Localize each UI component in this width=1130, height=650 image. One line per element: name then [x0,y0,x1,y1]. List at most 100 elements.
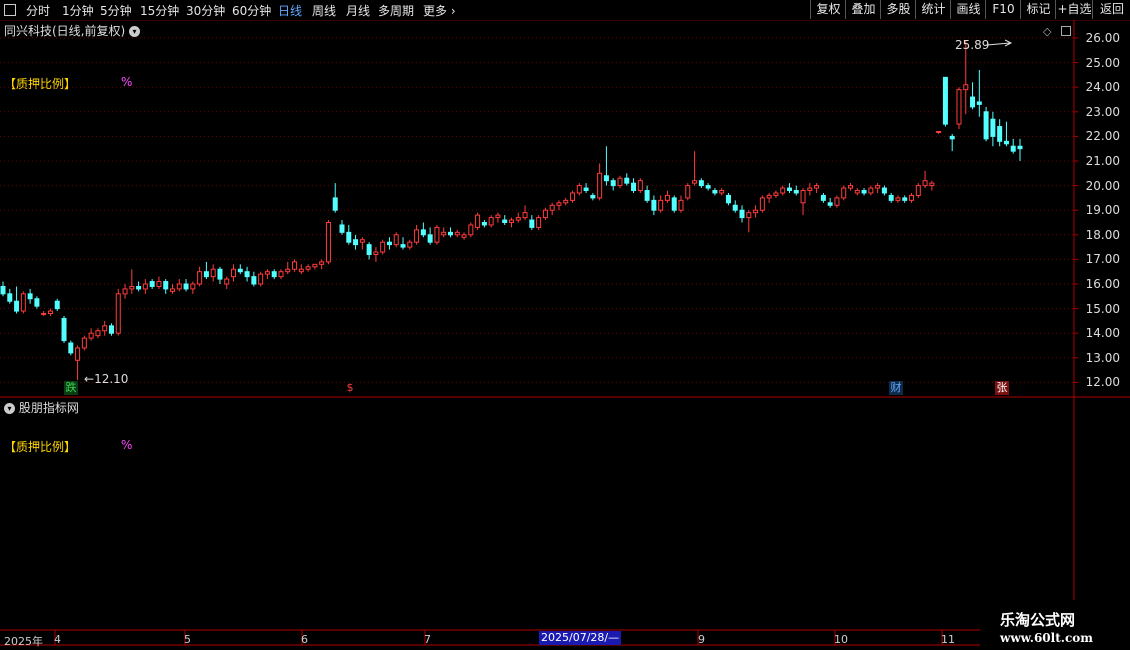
period-tab-7[interactable]: 周线 [312,2,336,19]
candle [75,345,81,380]
candle-body [366,244,372,255]
period-tab-9[interactable]: 多周期 [378,2,414,19]
candle-body [434,226,440,243]
candle-body [14,300,20,312]
price-tick-label: 13.00 [1085,350,1120,365]
candle [583,183,589,193]
candle-body [793,190,799,194]
candle [54,298,60,312]
candle-body [278,271,284,278]
candle [319,259,325,270]
toolbar-button-4[interactable]: 画线 [950,0,986,19]
period-tab-8[interactable]: 月线 [346,2,370,19]
candle [610,178,616,191]
period-tab-5[interactable]: 60分钟 [232,2,271,19]
date-axis-month: 7 [424,633,431,646]
candle [183,279,189,292]
period-tab-0[interactable]: 分时 [26,2,50,19]
candle [536,215,542,230]
candle [441,227,447,238]
candle [786,183,792,193]
candle [244,266,250,282]
toolbar-menu-icon[interactable] [4,4,16,16]
date-axis-month: 6 [301,633,308,646]
toolbar-button-7[interactable]: +自选 [1055,0,1093,19]
candle [956,87,962,130]
candle [373,247,379,262]
event-marker-0[interactable]: 跌 [64,381,78,395]
candle [753,205,759,218]
indicator-unit-upper: % [121,75,133,89]
candle [20,291,26,314]
period-tab-3[interactable]: 15分钟 [140,2,179,19]
candle-body [359,239,365,243]
toolbar-button-6[interactable]: 标记 [1020,0,1056,19]
candle-body [658,199,664,211]
chevron-down-icon[interactable]: ▾ [4,403,15,414]
toolbar-button-2[interactable]: 多股 [880,0,916,19]
candle-body [841,187,847,199]
candle-body [75,347,81,361]
period-tab-2[interactable]: 5分钟 [100,2,132,19]
candle-body [224,278,230,285]
candle-body [848,185,853,189]
candle [414,224,420,245]
candlestick-chart[interactable] [0,0,1130,650]
toolbar-button-0[interactable]: 复权 [810,0,846,19]
candle-body [881,187,887,194]
candle [332,183,338,213]
candle [773,190,779,198]
candle [1017,138,1023,161]
candle [976,69,982,117]
candle [231,264,237,282]
candle [603,146,609,186]
event-marker-2[interactable]: 财 [889,381,903,395]
candle [651,195,657,216]
event-marker-1[interactable]: $ [343,381,357,395]
candle-body [651,199,657,211]
price-tick-label: 22.00 [1085,129,1120,144]
price-tick-label: 25.00 [1085,55,1120,70]
candle [14,286,20,314]
candle [549,202,555,216]
diamond-icon[interactable]: ◇ [1043,25,1051,38]
period-tab-1[interactable]: 1分钟 [62,2,94,19]
candle [447,227,453,238]
toolbar-button-1[interactable]: 叠加 [845,0,881,19]
candle-body [922,180,928,187]
chevron-down-icon[interactable]: ▾ [129,26,141,37]
candle-body [237,268,243,273]
date-axis-month: 5 [184,633,191,646]
period-tab-10[interactable]: 更多 › [423,2,456,19]
candle-body [95,330,101,337]
candle [990,111,996,147]
candle [217,266,223,284]
candle [481,220,487,228]
candle-body [976,101,982,105]
toolbar-button-3[interactable]: 统计 [915,0,951,19]
left-arrow-icon: ← [84,372,95,386]
period-tab-6[interactable]: 日线 [278,2,302,19]
toolbar-button-8[interactable]: 返回 [1092,0,1130,19]
candle [576,183,582,196]
candle [692,151,698,186]
candle [570,190,576,203]
price-tick-label: 15.00 [1085,301,1120,316]
candle-body [827,202,833,206]
toolbar-button-5[interactable]: F10 [985,0,1021,19]
square-icon[interactable] [1061,26,1071,36]
period-tab-4[interactable]: 30分钟 [186,2,225,19]
candle-body [441,231,447,236]
candle-body [54,300,60,310]
candle [156,276,162,289]
candle [68,340,74,356]
candle-body [522,212,528,219]
price-tick-label: 14.00 [1085,326,1120,341]
candle [942,76,948,127]
candle [820,192,826,203]
candle [434,224,440,245]
candle [841,185,847,201]
event-marker-3[interactable]: 张 [995,381,1009,395]
candle-body [888,194,894,201]
candle-body [502,219,508,223]
